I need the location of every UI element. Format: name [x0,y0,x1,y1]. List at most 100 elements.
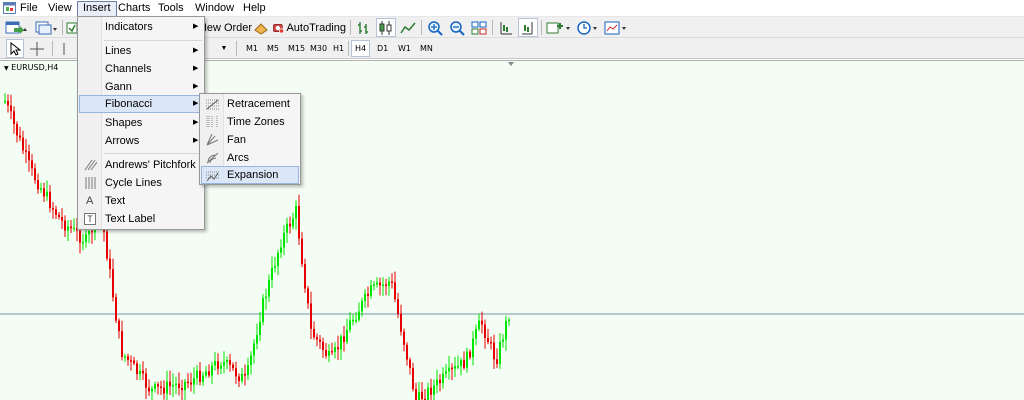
candle-body [412,367,414,390]
candle-body [313,328,315,338]
line-chart-button[interactable] [398,18,418,37]
menu-item-fib-fan[interactable]: Fan [201,131,299,149]
profiles-button[interactable] [33,18,59,37]
candle-body [79,230,81,243]
candle-body [490,341,492,344]
new-order-button[interactable]: New Order [199,18,252,37]
trade-history-button[interactable] [252,18,270,37]
candle-body [226,359,228,363]
candle-body [277,252,279,267]
candle-body [124,356,126,358]
new-chart-button[interactable] [4,18,30,37]
candle-body [385,284,387,286]
chart-shift-button[interactable] [496,18,516,37]
menu-item-andrews-pitchfork[interactable]: Andrews' Pitchfork [79,156,203,174]
tile-windows-button[interactable] [469,18,489,37]
menu-view[interactable]: View [43,1,77,16]
candle-body [229,359,231,365]
submenu-arrow-icon: ▶ [193,83,199,90]
autoscroll-icon [522,21,533,34]
menu-file[interactable]: File [15,1,43,16]
vertical-line-button[interactable] [58,39,70,58]
candle-body [304,264,306,289]
candle-body [295,205,297,219]
timeframe-d1[interactable]: D1 [374,40,391,57]
zoom-out-button[interactable] [447,18,467,37]
menu-item-shapes[interactable]: Shapes ▶ [79,114,203,132]
candle-body [46,191,48,197]
candle-body [343,336,345,342]
menu-item-text-label[interactable]: T Text Label [79,210,203,228]
menu-item-fib-retracement[interactable]: Retracement [201,95,299,113]
menu-item-fibonacci[interactable]: Fibonacci ▶ [79,95,203,113]
candle-body [436,379,438,386]
candle-body [394,282,396,300]
menu-item-channels[interactable]: Channels ▶ [79,60,203,78]
menu-item-lines[interactable]: Lines ▶ [79,42,203,60]
candle-body [352,319,354,322]
timeframe-w1[interactable]: W1 [395,40,414,57]
pitchfork-icon [84,159,97,171]
bar-chart-button[interactable] [354,18,374,37]
bar-chart-icon [358,21,368,34]
menu-tools[interactable]: Tools [153,1,189,16]
candle-body [493,342,495,360]
menu-window[interactable]: Window [190,1,239,16]
fibonacci-submenu: Retracement Time Zones Fan Arcs Expansio… [199,93,301,185]
timeframe-h4[interactable]: H4 [351,40,371,57]
candle-body [67,226,69,231]
menu-item-label: Retracement [227,98,290,110]
timeframe-m15[interactable]: M15 [285,40,308,57]
menu-item-text[interactable]: A Text [79,192,203,210]
menu-item-label: Text [105,195,126,207]
candle-body [259,321,261,336]
menu-item-label: Indicators [105,21,153,33]
candle-body [508,319,510,322]
candle-body [7,100,9,106]
menu-item-label: Expansion [227,169,279,181]
autoscroll-button[interactable] [518,18,538,37]
zoom-in-button[interactable] [425,18,445,37]
menu-help[interactable]: Help [238,1,271,16]
candle-body [43,188,45,197]
timeframe-m5[interactable]: M5 [264,40,282,57]
candle-body [49,191,51,209]
cycle-lines-icon [85,177,96,189]
vertical-line-icon [63,42,65,55]
indicators-button[interactable] [545,18,573,37]
fib-retracement-icon [206,99,219,110]
chart-shift-marker[interactable] [508,62,514,66]
timeframe-m1[interactable]: M1 [243,40,261,57]
candle-body [88,231,90,235]
text-label-icon: T [84,213,96,225]
menu-insert[interactable]: Insert [77,1,117,16]
menu-item-indicators[interactable]: Indicators ▶ [79,18,203,36]
timeframe-h1[interactable]: H1 [330,40,347,57]
menu-item-fib-time-zones[interactable]: Time Zones [201,113,299,131]
menu-item-arrows[interactable]: Arrows ▶ [79,132,203,150]
candle-body [40,188,42,190]
candle-body [22,137,24,151]
autotrading-button[interactable]: AutoTrading [272,18,346,37]
candle-body [400,313,402,332]
timeframe-mn[interactable]: MN [417,40,436,57]
cursor-button[interactable] [6,39,24,58]
menu-item-gann[interactable]: Gann ▶ [79,78,203,96]
templates-button[interactable] [603,18,629,37]
more-tools-button[interactable]: ▼ [214,39,234,58]
timeframe-m30[interactable]: M30 [307,40,330,57]
crosshair-button[interactable] [28,39,46,58]
cursor-icon [10,41,21,56]
candlestick-button[interactable] [376,18,396,37]
candle-body [37,180,39,190]
candle-body [247,365,249,375]
periods-button[interactable] [575,18,601,37]
menu-item-fib-expansion[interactable]: Expansion [201,166,299,184]
candle-body [379,282,381,286]
menu-item-cycle-lines[interactable]: Cycle Lines [79,174,203,192]
menu-item-fib-arcs[interactable]: Arcs [201,149,299,167]
candle-body [271,267,273,280]
menu-charts[interactable]: Charts [113,1,155,16]
candle-body [130,360,132,362]
text-icon: A [86,195,94,207]
